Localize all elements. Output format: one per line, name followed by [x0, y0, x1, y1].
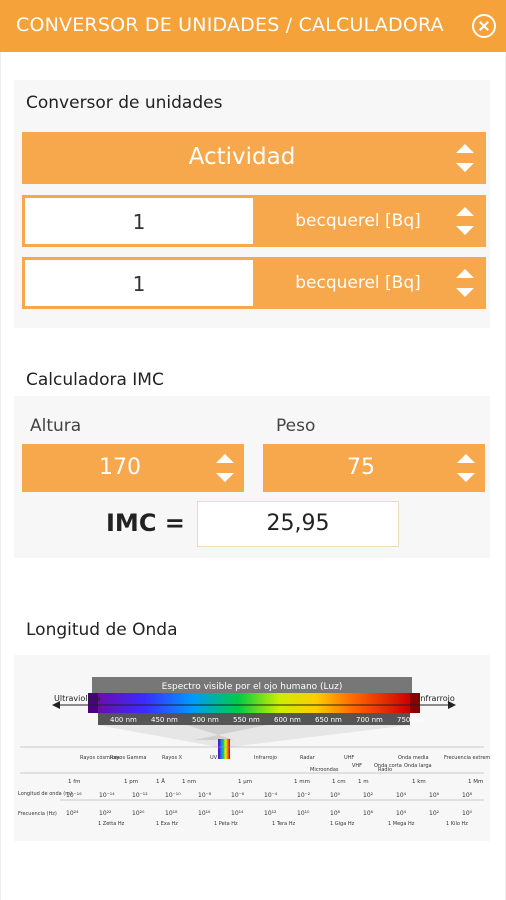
- fq-exponent: 10²⁰: [132, 810, 145, 817]
- fq-exponent: 10²: [429, 810, 440, 817]
- freq-unit-label: 1 Kilo Hz: [446, 821, 468, 827]
- category-select[interactable]: Actividad: [22, 132, 486, 184]
- wl-exponent: 10⁻⁸: [198, 792, 212, 799]
- weight-value: 75: [347, 455, 375, 480]
- weight-label: Peso: [276, 416, 316, 436]
- category-spinner-icon[interactable]: [454, 140, 476, 176]
- length-unit-label: 1 Mm: [468, 779, 483, 785]
- nm-tick-label: 700 nm: [356, 716, 383, 724]
- height-stepper[interactable]: 170: [22, 444, 244, 492]
- ir-label: Infrarrojo: [418, 694, 455, 703]
- category-label: Actividad: [188, 144, 296, 170]
- wl-exponent: 10⁶: [429, 792, 440, 799]
- fq-exponent: 10¹⁶: [198, 810, 211, 817]
- wl-exponent: 10⁴: [396, 792, 407, 799]
- band-label: VHF: [352, 763, 362, 769]
- length-unit-label: 1 Å: [156, 778, 165, 785]
- unit-select-2[interactable]: becquerel [Bq]: [258, 257, 458, 309]
- bmi-result-label: IMC =: [106, 509, 185, 537]
- fq-row-label: Frecuencia (Hz): [18, 811, 57, 817]
- band-label: Frecuencia extremadamente baja: [444, 755, 490, 761]
- fq-exponent: 10⁸: [330, 810, 341, 817]
- fq-exponent: 10¹⁸: [165, 810, 178, 817]
- bmi-title: Calculadora IMC: [26, 370, 164, 390]
- freq-unit-label: 1 Tera Hz: [272, 821, 296, 827]
- length-unit-label: 1 nm: [182, 779, 196, 785]
- top-app-bar: CONVERSOR DE UNIDADES / CALCULADORA: [0, 0, 506, 52]
- band-label: Rayos Gamma: [110, 755, 146, 761]
- freq-unit-label: 1 Mega Hz: [388, 821, 415, 827]
- band-label: Infrarrojo: [254, 755, 277, 761]
- band-label: Onda media: [398, 755, 429, 761]
- length-unit-label: 1 µm: [238, 779, 252, 785]
- wl-exponent: 10⁻⁶: [231, 792, 245, 799]
- nm-tick-label: 750 nm: [397, 716, 424, 724]
- fq-exponent: 10¹⁴: [231, 810, 244, 817]
- wl-exponent: 10⁻⁴: [264, 792, 278, 799]
- unit-value-input-1[interactable]: 1: [24, 197, 254, 245]
- length-unit-label: 1 pm: [124, 779, 138, 785]
- wl-exponent: 10⁸: [462, 792, 473, 799]
- fq-exponent: 10⁴: [396, 810, 407, 817]
- close-icon[interactable]: [472, 14, 496, 38]
- fq-exponent: 10⁶: [363, 810, 374, 817]
- nm-tick-label: 450 nm: [151, 716, 178, 724]
- wl-exponent: 10²: [363, 792, 374, 799]
- nm-tick-label: 400 nm: [110, 716, 137, 724]
- unit-value-input-2[interactable]: 1: [24, 259, 254, 307]
- fq-exponent: 10¹⁰: [297, 810, 310, 817]
- band-label: Onda larga: [404, 763, 432, 769]
- freq-unit-label: 1 Exa Hz: [156, 821, 178, 827]
- fq-exponent: 10¹²: [264, 810, 277, 817]
- wl-row-label: Longitud de onda (m): [18, 791, 72, 797]
- nm-tick-label: 600 nm: [274, 716, 301, 724]
- visible-spectrum-title: Espectro visible por el ojo humano (Luz): [162, 682, 343, 692]
- length-unit-label: 1 fm: [68, 779, 81, 785]
- unit-row-2: 1 becquerel [Bq]: [22, 257, 486, 309]
- freq-unit-label: 1 Peta Hz: [214, 821, 238, 827]
- weight-spinner-icon[interactable]: [455, 450, 477, 486]
- band-label: UHF: [344, 755, 354, 761]
- fq-exponent: 10⁰: [462, 810, 473, 817]
- nm-tick-label: 550 nm: [233, 716, 260, 724]
- app-title: CONVERSOR DE UNIDADES / CALCULADORA: [16, 14, 444, 36]
- wl-exponent: 10⁰: [330, 792, 341, 799]
- bmi-result-field: 25,95: [197, 501, 399, 547]
- wl-exponent: 10⁻¹²: [132, 792, 148, 799]
- band-label: Microondas: [310, 767, 339, 773]
- fq-exponent: 10²⁴: [66, 810, 79, 817]
- nm-tick-label: 650 nm: [315, 716, 342, 724]
- band-label: Radar: [300, 755, 316, 761]
- unit-spinner-icon-2[interactable]: [454, 265, 476, 301]
- unit-spinner-icon-1[interactable]: [454, 203, 476, 239]
- visible-spectrum-band: [98, 693, 410, 713]
- freq-unit-label: 1 Zetta Hz: [98, 821, 125, 827]
- length-unit-label: 1 mm: [294, 779, 310, 785]
- length-unit-label: 1 km: [412, 779, 426, 785]
- wl-exponent: 10⁻¹⁰: [165, 792, 181, 799]
- length-unit-label: 1 cm: [332, 779, 346, 785]
- weight-stepper[interactable]: 75: [263, 444, 485, 492]
- fq-exponent: 10²²: [99, 810, 112, 817]
- unit-row-1: 1 becquerel [Bq]: [22, 195, 486, 247]
- spectrum-card: Espectro visible por el ojo humano (Luz)…: [14, 655, 490, 841]
- wl-exponent: 10⁻¹⁶: [66, 792, 82, 799]
- length-unit-label: 1 m: [358, 779, 369, 785]
- unit-select-1[interactable]: becquerel [Bq]: [258, 195, 458, 247]
- height-value: 170: [99, 455, 141, 480]
- uv-label: Ultravioleta: [54, 694, 101, 703]
- freq-unit-label: 1 Giga Hz: [330, 821, 355, 827]
- band-label: Rayos X: [162, 755, 183, 761]
- height-label: Altura: [30, 416, 82, 436]
- height-spinner-icon[interactable]: [214, 450, 236, 486]
- nm-tick-label: 500 nm: [192, 716, 219, 724]
- wavelength-title: Longitud de Onda: [26, 620, 178, 640]
- spectrum-diagram: Espectro visible por el ojo humano (Luz)…: [18, 677, 490, 827]
- converter-title: Conversor de unidades: [26, 93, 223, 113]
- band-label: UV: [210, 755, 218, 761]
- band-label: Onda corta: [374, 763, 402, 769]
- wl-exponent: 10⁻²: [297, 792, 311, 799]
- wl-exponent: 10⁻¹⁴: [99, 792, 115, 799]
